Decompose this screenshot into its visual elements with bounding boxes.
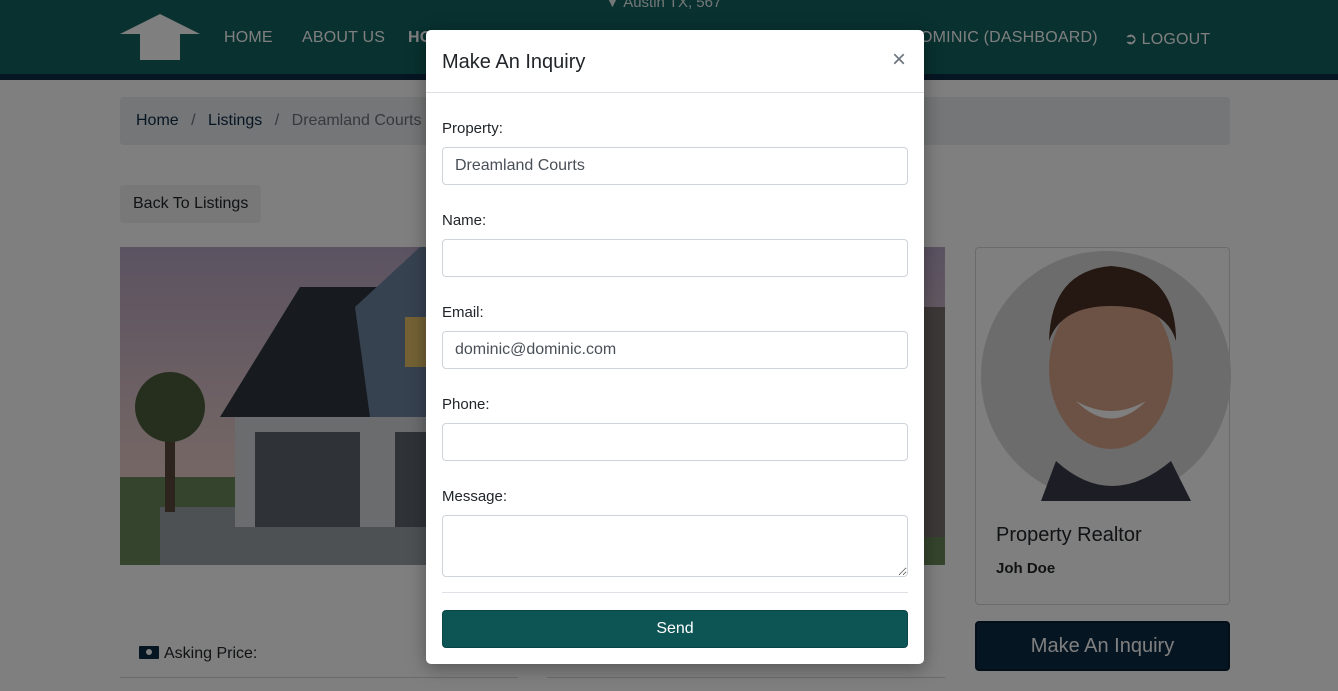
modal-header: Make An Inquiry ×	[426, 30, 924, 93]
name-field[interactable]	[442, 239, 908, 277]
name-label: Name:	[442, 212, 487, 229]
send-button[interactable]: Send	[442, 610, 908, 648]
close-icon[interactable]: ×	[888, 48, 910, 72]
email-label: Email:	[442, 304, 484, 321]
property-label: Property:	[442, 120, 503, 137]
phone-field[interactable]	[442, 423, 908, 461]
modal-title: Make An Inquiry	[442, 51, 586, 73]
modal-divider	[442, 592, 908, 593]
message-label: Message:	[442, 488, 508, 505]
email-field[interactable]	[442, 331, 908, 369]
inquiry-modal: Make An Inquiry × Property: Name: Email:…	[426, 30, 924, 664]
property-field[interactable]	[442, 147, 908, 185]
message-field[interactable]	[442, 515, 908, 577]
phone-label: Phone:	[442, 396, 490, 413]
